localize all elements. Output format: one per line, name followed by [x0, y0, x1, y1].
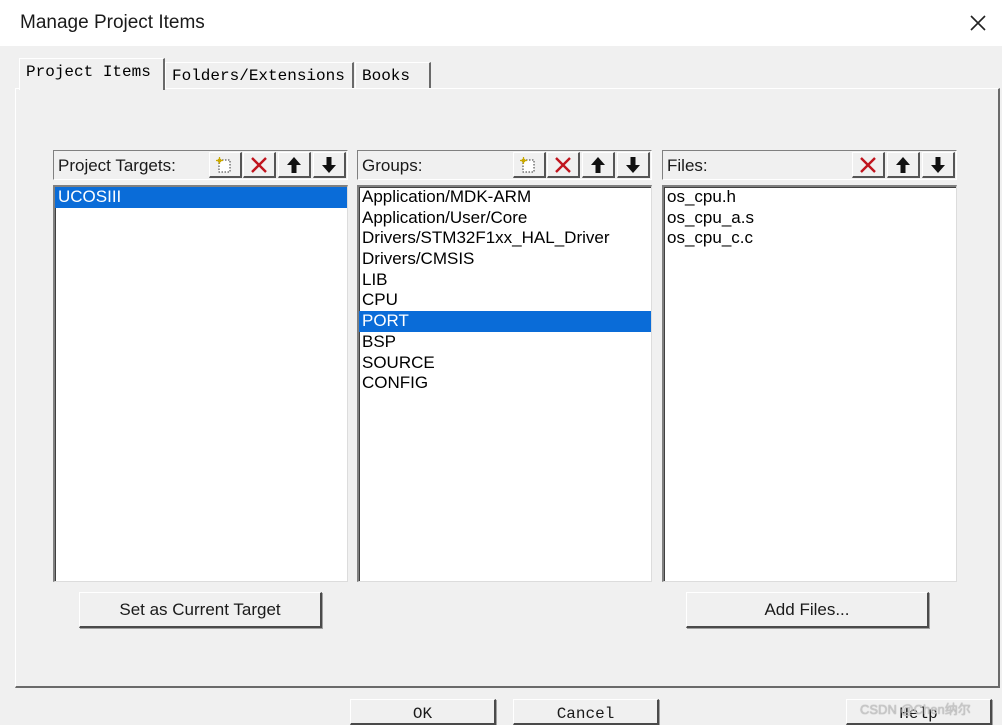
tab-label: Books — [362, 67, 411, 85]
list-item[interactable]: CONFIG — [359, 373, 651, 394]
files-label: Files: — [667, 156, 708, 175]
arrow-up-icon — [896, 156, 910, 173]
list-item[interactable]: os_cpu.h — [664, 187, 956, 208]
move-up-group-button[interactable] — [582, 152, 615, 178]
groups-header: Groups: — [357, 150, 652, 180]
list-item[interactable]: BSP — [359, 332, 651, 353]
delete-file-button[interactable] — [852, 152, 885, 178]
tab-label: Folders/Extensions — [172, 67, 345, 85]
tab-folders-extensions[interactable]: Folders/Extensions — [165, 62, 354, 90]
add-files-button[interactable]: Add Files... — [686, 592, 929, 628]
arrow-down-icon — [931, 156, 945, 173]
new-group-button[interactable] — [513, 152, 546, 178]
window-title: Manage Project Items — [20, 12, 205, 33]
delete-icon — [860, 156, 876, 173]
move-up-target-button[interactable] — [278, 152, 311, 178]
arrow-up-icon — [591, 156, 605, 173]
ok-button[interactable]: OK — [350, 699, 496, 725]
targets-header: Project Targets: — [53, 150, 348, 180]
targets-label: Project Targets: — [58, 156, 176, 175]
tab-label: Project Items — [26, 63, 151, 81]
tab-project-items[interactable]: Project Items — [19, 58, 165, 90]
new-item-icon — [216, 156, 231, 172]
list-item[interactable]: PORT — [359, 311, 651, 332]
list-item[interactable]: SOURCE — [359, 353, 651, 374]
close-icon — [970, 15, 986, 31]
list-item[interactable]: os_cpu_a.s — [664, 208, 956, 229]
close-button[interactable] — [954, 0, 1002, 46]
delete-target-button[interactable] — [243, 152, 276, 178]
delete-icon — [555, 156, 571, 173]
delete-group-button[interactable] — [547, 152, 580, 178]
move-up-file-button[interactable] — [887, 152, 920, 178]
tab-books[interactable]: Books — [355, 62, 431, 90]
set-current-target-button[interactable]: Set as Current Target — [79, 592, 322, 628]
move-down-file-button[interactable] — [922, 152, 955, 178]
list-item[interactable]: LIB — [359, 270, 651, 291]
arrow-down-icon — [626, 156, 640, 173]
arrow-down-icon — [322, 156, 336, 173]
move-down-group-button[interactable] — [617, 152, 650, 178]
new-item-icon — [520, 156, 535, 172]
cancel-button[interactable]: Cancel — [513, 699, 659, 725]
targets-list[interactable]: UCOSIII — [53, 185, 348, 582]
list-item[interactable]: Application/MDK-ARM — [359, 187, 651, 208]
list-item[interactable]: Drivers/CMSIS — [359, 249, 651, 270]
list-item[interactable]: UCOSIII — [55, 187, 347, 208]
list-item[interactable]: os_cpu_c.c — [664, 228, 956, 249]
arrow-up-icon — [287, 156, 301, 173]
move-down-target-button[interactable] — [313, 152, 346, 178]
new-target-button[interactable] — [209, 152, 242, 178]
watermark: CSDN @Chen纳尔 — [860, 702, 971, 717]
title-bar: Manage Project Items — [0, 0, 1002, 46]
groups-list[interactable]: Application/MDK-ARM Application/User/Cor… — [357, 185, 652, 582]
list-item[interactable]: Application/User/Core — [359, 208, 651, 229]
groups-label: Groups: — [362, 156, 423, 175]
files-header: Files: — [662, 150, 957, 180]
list-item[interactable]: CPU — [359, 290, 651, 311]
list-item[interactable]: Drivers/STM32F1xx_HAL_Driver — [359, 228, 651, 249]
delete-icon — [251, 156, 267, 173]
files-list[interactable]: os_cpu.h os_cpu_a.s os_cpu_c.c — [662, 185, 957, 582]
